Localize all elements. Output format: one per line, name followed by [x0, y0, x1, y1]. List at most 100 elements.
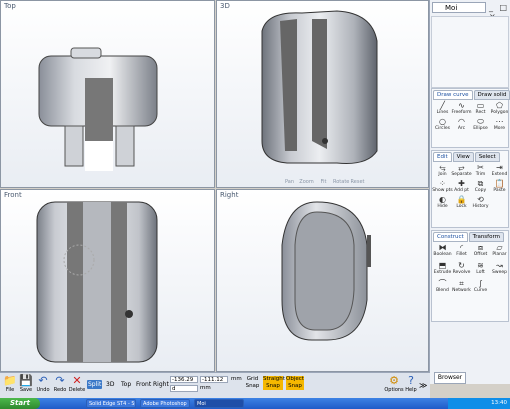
save-icon: 💾	[19, 374, 33, 387]
viewport-right[interactable]: Right	[216, 189, 429, 372]
rect-button[interactable]: ▭ Rect	[471, 101, 490, 116]
pan-nav[interactable]: Pan	[282, 179, 297, 185]
options-button[interactable]: ⚙ Options	[384, 374, 403, 394]
command-panel: Moi _ □ × Draw curve Draw solid ╱Lines ∿…	[429, 0, 510, 384]
draw-panel: Draw curve Draw solid ╱ Lines ∿ Freeform ▭…	[431, 88, 510, 148]
network-button[interactable]: ⌗ Network	[452, 279, 471, 294]
lock-icon: 🔒	[456, 195, 467, 204]
unit-label-2: mm	[200, 385, 211, 391]
extrude-icon: ⬒	[438, 261, 447, 270]
reset-nav[interactable]: Reset	[350, 179, 365, 185]
zoom-nav[interactable]: Zoom	[299, 179, 314, 185]
arc-button[interactable]: ◠ Arc	[452, 117, 471, 132]
rect-icon: ▭	[476, 101, 485, 110]
top-view-model	[38, 47, 158, 171]
add-point-button[interactable]: ✚ Add pt	[452, 179, 471, 194]
extrude-button[interactable]: ⬒ Extrude	[433, 261, 452, 276]
bottom-toolbar: 📁 File 💾 Save ↶ Undo ↷ Redo ✕ Delete Split 3D…	[0, 372, 430, 398]
polygon-icon: ⬠	[496, 101, 503, 110]
redo-button[interactable]: ↷ Redo	[52, 375, 68, 394]
tab-construct[interactable]: Construct	[433, 232, 468, 242]
grid-snap-toggle[interactable]: Grid Snap	[245, 376, 260, 390]
freeform-button[interactable]: ∿ Freeform	[451, 101, 471, 116]
help-button[interactable]: ? Help	[403, 375, 419, 394]
separate-button[interactable]: ⥂ Separate	[451, 163, 471, 178]
delete-button[interactable]: ✕ Delete	[69, 374, 85, 394]
view-split-button[interactable]: Split	[87, 380, 103, 389]
object-snap-toggle[interactable]: Object Snap	[286, 376, 304, 390]
history-button[interactable]: ⟲ History	[471, 195, 490, 210]
tab-draw-solid[interactable]: Draw solid	[473, 90, 510, 100]
sweep-icon: ↝	[496, 261, 503, 270]
coord-x-field[interactable]: -136.29	[170, 376, 198, 383]
undo-button[interactable]: ↶ Undo	[35, 375, 51, 394]
circle-button[interactable]: ○ Circles	[433, 117, 452, 132]
collapse-chevron-icon[interactable]: ≫	[419, 381, 427, 390]
right-view-model	[281, 201, 371, 341]
show-points-icon: ⁘	[439, 179, 446, 188]
blend-button[interactable]: ⌒ Blend	[433, 279, 452, 294]
command-options-area	[431, 16, 509, 88]
copy-button[interactable]: ⧉ Copy	[471, 179, 490, 194]
coord-y-field[interactable]: -111.12	[200, 376, 228, 383]
show-points-button[interactable]: ⁘ Show pts	[432, 179, 453, 194]
start-button[interactable]: Start	[0, 398, 40, 409]
ellipse-button[interactable]: ⬭ Ellipse	[471, 117, 490, 132]
delete-icon: ✕	[72, 374, 82, 387]
network-icon: ⌗	[459, 279, 464, 288]
history-icon: ⟲	[477, 195, 484, 204]
fillet-button[interactable]: ◜ Fillet	[452, 243, 471, 258]
view-front-button[interactable]: Front	[135, 380, 152, 389]
rotate-nav[interactable]: Rotate	[333, 179, 349, 185]
boolean-button[interactable]: ⧓ Boolean	[433, 243, 452, 258]
fit-nav[interactable]: Fit	[316, 179, 331, 185]
viewport-front[interactable]: Front	[0, 189, 215, 372]
more-button[interactable]: ⋯ More	[490, 117, 509, 132]
paste-button[interactable]: 📋 Paste	[490, 179, 509, 194]
file-button[interactable]: 📁 File	[2, 374, 18, 394]
loft-icon: ≋	[477, 261, 484, 270]
coord-d-field[interactable]: d	[170, 385, 198, 392]
revolve-button[interactable]: ↻ Revolve	[452, 261, 471, 276]
taskbar-item-moi[interactable]: Moi	[194, 399, 244, 408]
revolve-icon: ↻	[458, 261, 465, 270]
polygon-button[interactable]: ⬠ Polygon	[490, 101, 509, 116]
tab-transform[interactable]: Transform	[468, 232, 504, 242]
hide-icon: ◐	[439, 195, 446, 204]
lock-button[interactable]: 🔒 Lock	[452, 195, 471, 210]
construct-panel: Construct Transform ⧓ Boolean ◜ Fillet ⧈ Of…	[431, 230, 509, 322]
taskbar-item-photoshop[interactable]: Adobe Photoshop	[140, 399, 190, 408]
3d-view-model	[261, 10, 378, 164]
view-right-button[interactable]: Right	[152, 380, 170, 389]
offset-button[interactable]: ⧈ Offset	[471, 243, 490, 258]
gear-icon: ⚙	[389, 374, 399, 387]
lines-button[interactable]: ╱ Lines	[433, 101, 452, 116]
planar-button[interactable]: ▱ Planar	[490, 243, 509, 258]
loft-button[interactable]: ≋ Loft	[471, 261, 490, 276]
tab-view[interactable]: View	[452, 152, 474, 162]
view-3d-button[interactable]: 3D	[105, 380, 115, 389]
trim-button[interactable]: ✂ Trim	[471, 163, 490, 178]
straight-snap-toggle[interactable]: Straight Snap	[263, 376, 285, 390]
view-top-button[interactable]: Top	[120, 380, 132, 389]
browser-button[interactable]: Browser	[434, 372, 466, 384]
sweep-button[interactable]: ↝ Sweep	[490, 261, 509, 276]
join-button[interactable]: ⥃ Join	[433, 163, 452, 178]
taskbar-item-solid-edge[interactable]: Solid Edge ST4 - Sync...	[86, 399, 136, 408]
circle-icon: ○	[439, 117, 446, 126]
hide-button[interactable]: ◐ Hide	[433, 195, 452, 210]
tab-draw-curve[interactable]: Draw curve	[433, 90, 473, 100]
curve-button[interactable]: ∫ Curve	[471, 279, 490, 294]
tab-edit[interactable]: Edit	[433, 152, 452, 162]
add-point-icon: ✚	[458, 179, 465, 188]
extend-button[interactable]: ⇥ Extend	[490, 163, 509, 178]
planar-icon: ▱	[496, 243, 503, 252]
more-icon: ⋯	[495, 117, 504, 126]
folder-icon: 📁	[3, 374, 17, 387]
save-button[interactable]: 💾 Save	[18, 374, 34, 394]
tab-select[interactable]: Select	[474, 152, 500, 162]
blend-icon: ⌒	[438, 279, 447, 288]
viewport-3d[interactable]: 3D Pan Zoom Fit Rotate Reset	[216, 0, 429, 188]
front-view-model	[36, 201, 158, 363]
viewport-top[interactable]: Top	[0, 0, 215, 188]
